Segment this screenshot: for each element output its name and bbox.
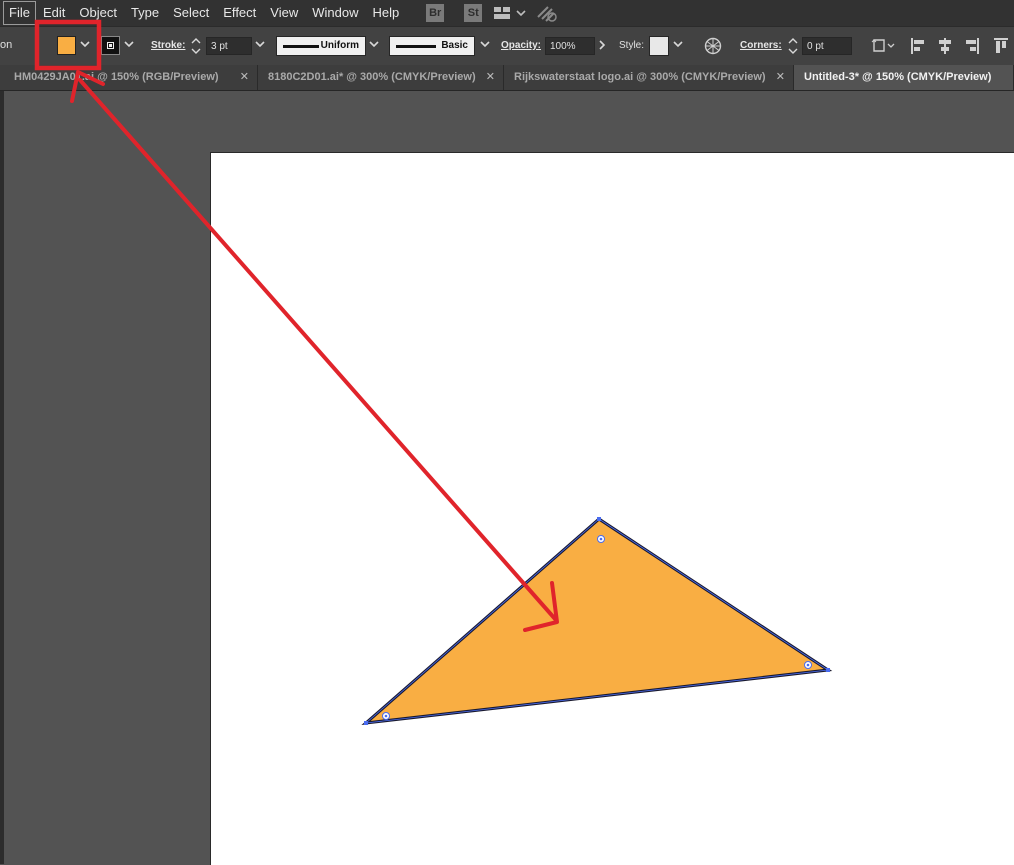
panel-label: on	[0, 39, 13, 51]
tab-document[interactable]: 8180C2D01.ai* @ 300% (CMYK/Preview) ✕	[258, 65, 504, 90]
align-left-icon[interactable]	[911, 38, 925, 54]
close-icon[interactable]: ✕	[776, 65, 785, 90]
ruler-left	[0, 91, 4, 864]
tab-label: 8180C2D01.ai* @ 300% (CMYK/Preview)	[268, 71, 476, 83]
opacity-label: Opacity:	[501, 40, 542, 51]
menu-effect[interactable]: Effect	[216, 0, 263, 26]
corners-stepper[interactable]	[787, 36, 799, 56]
tab-document-active[interactable]: Untitled-3* @ 150% (CMYK/Preview)	[794, 65, 1014, 90]
menu-file[interactable]: File	[3, 1, 36, 25]
fill-color-swatch[interactable]	[57, 36, 76, 55]
style-label: Style:	[619, 40, 645, 51]
corners-label: Corners:	[740, 40, 782, 51]
stroke-weight-stepper[interactable]	[190, 36, 202, 56]
menu-edit[interactable]: Edit	[36, 0, 72, 26]
workspace-layout-icon[interactable]	[494, 5, 528, 21]
chevron-down-icon[interactable]	[80, 41, 90, 49]
bridge-button[interactable]: Br	[426, 4, 445, 22]
opacity-field[interactable]: 100%	[545, 37, 595, 55]
control-bar: on Stroke: 3 pt Uniform Basic Opacity: 1…	[0, 26, 1014, 66]
menu-type[interactable]: Type	[124, 0, 166, 26]
chevron-down-icon[interactable]	[369, 41, 379, 49]
corners-field[interactable]: 0 pt	[802, 37, 852, 55]
stroke-label: Stroke:	[151, 40, 186, 51]
stroke-weight-field[interactable]: 3 pt	[206, 37, 252, 55]
close-icon[interactable]: ✕	[240, 65, 249, 90]
transform-icon[interactable]	[871, 37, 897, 55]
menu-select[interactable]: Select	[166, 0, 216, 26]
chevron-down-icon[interactable]	[480, 41, 490, 49]
align-right-icon[interactable]	[965, 38, 979, 54]
tab-label: Rijkswaterstaat logo.ai @ 300% (CMYK/Pre…	[514, 71, 766, 83]
menu-object[interactable]: Object	[72, 0, 124, 26]
brush-definition[interactable]: Basic	[389, 36, 475, 56]
close-icon[interactable]: ✕	[486, 65, 495, 90]
document-tabs: HM0429JA01.ai @ 150% (RGB/Preview) ✕ 818…	[0, 65, 1014, 91]
variable-width-profile[interactable]: Uniform	[276, 36, 366, 56]
graphic-style-swatch[interactable]	[649, 36, 669, 56]
stock-button[interactable]: St	[464, 4, 483, 22]
brush-label: Basic	[441, 40, 468, 51]
chevron-down-icon[interactable]	[673, 41, 683, 49]
globe-icon[interactable]	[704, 37, 722, 55]
chevron-right-icon[interactable]	[598, 40, 606, 50]
menu-view[interactable]: View	[263, 0, 305, 26]
align-top-icon[interactable]	[994, 38, 1008, 54]
tab-document[interactable]: Rijkswaterstaat logo.ai @ 300% (CMYK/Pre…	[504, 65, 794, 90]
menu-window[interactable]: Window	[305, 0, 365, 26]
chevron-down-icon[interactable]	[124, 41, 134, 49]
gpu-performance-icon[interactable]	[536, 3, 558, 23]
chevron-down-icon[interactable]	[255, 41, 265, 49]
tab-label: Untitled-3* @ 150% (CMYK/Preview)	[804, 71, 992, 83]
artboard[interactable]	[210, 152, 1014, 865]
stroke-color-swatch[interactable]	[101, 36, 120, 55]
tab-label: HM0429JA01.ai @ 150% (RGB/Preview)	[14, 71, 219, 83]
menu-help[interactable]: Help	[365, 0, 406, 26]
tab-document[interactable]: HM0429JA01.ai @ 150% (RGB/Preview) ✕	[0, 65, 258, 90]
align-center-icon[interactable]	[938, 38, 952, 54]
profile-label: Uniform	[320, 40, 359, 51]
menu-bar: File Edit Object Type Select Effect View…	[0, 0, 1014, 26]
